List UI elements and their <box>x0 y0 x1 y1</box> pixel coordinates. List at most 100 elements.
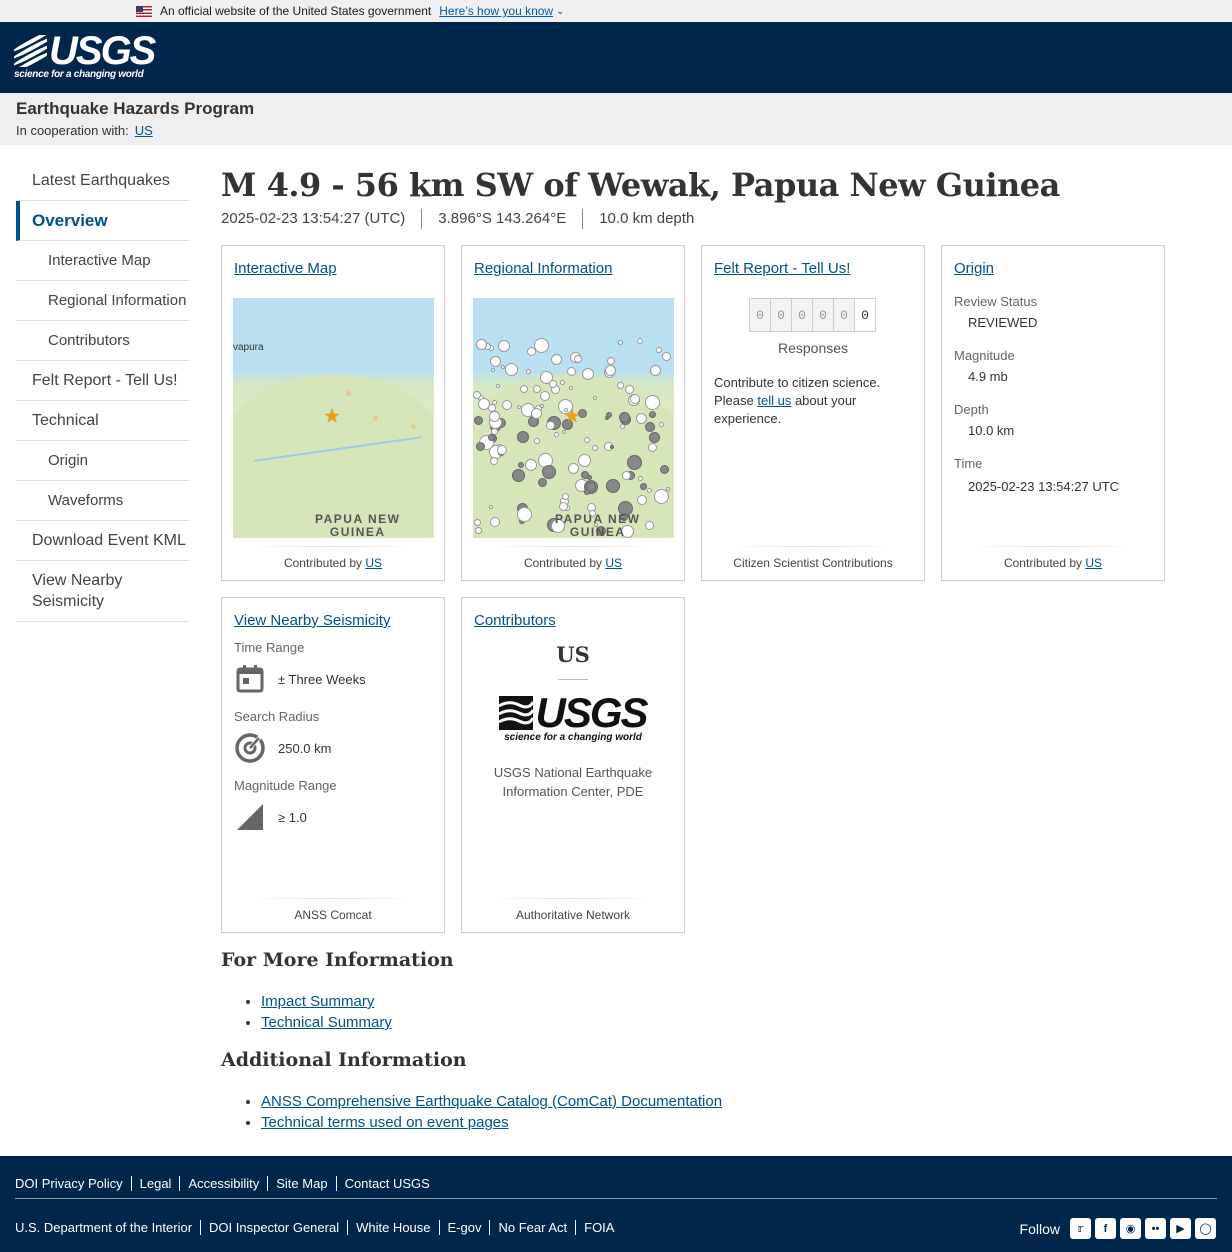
seismicity-dot <box>645 422 655 432</box>
seismicity-dot <box>660 465 669 474</box>
footer-link-egov[interactable]: E-gov <box>438 1220 490 1235</box>
contributed-by-us-link[interactable]: US <box>605 556 622 570</box>
footer-link-contact[interactable]: Contact USGS <box>335 1176 438 1191</box>
time-range-label: Time Range <box>234 640 305 655</box>
tell-us-link[interactable]: tell us <box>757 393 791 408</box>
seismicity-dot <box>492 400 497 405</box>
heres-how-you-know-link[interactable]: Here’s how you know <box>439 4 553 18</box>
flickr-icon[interactable]: •• <box>1145 1218 1166 1239</box>
sidebar-item-contributors[interactable]: Contributors <box>16 321 189 361</box>
sidebar-item-waveforms[interactable]: Waveforms <box>16 481 189 521</box>
sidebar-item-felt-report[interactable]: Felt Report - Tell Us! <box>16 361 189 401</box>
review-status-label: Review Status <box>954 294 1038 309</box>
coop-link-us[interactable]: US <box>135 123 153 138</box>
origin-link[interactable]: Origin <box>954 260 994 277</box>
regional-information-link[interactable]: Regional Information <box>474 260 612 277</box>
felt-report-link[interactable]: Felt Report - Tell Us! <box>714 260 850 277</box>
footer-link-white-house[interactable]: White House <box>347 1220 438 1235</box>
seismicity-dot <box>637 495 647 505</box>
seismicity-dot <box>546 421 555 430</box>
contributed-by-us-link[interactable]: US <box>1085 556 1102 570</box>
contributor-name: USGS National Earthquake Information Cen… <box>493 765 653 799</box>
seismicity-dot <box>627 455 642 470</box>
footer-link-foia[interactable]: FOIA <box>575 1220 622 1235</box>
us-flag-icon <box>136 5 152 17</box>
seismicity-dot <box>501 365 505 369</box>
sidebar-item-overview[interactable]: Overview <box>16 201 189 241</box>
seismicity-dot <box>542 465 556 479</box>
sidebar-item-interactive-map[interactable]: Interactive Map <box>16 241 189 281</box>
seismicity-dot <box>498 340 510 352</box>
footer-link-inspector-general[interactable]: DOI Inspector General <box>200 1220 347 1235</box>
nearby-seismicity-link[interactable]: View Nearby Seismicity <box>234 612 390 629</box>
footer-link-accessibility[interactable]: Accessibility <box>179 1176 267 1191</box>
seismicity-dot <box>520 385 528 393</box>
contributors-link[interactable]: Contributors <box>474 612 556 629</box>
seismicity-dot <box>617 382 624 389</box>
seismicity-dot <box>620 424 625 429</box>
card-footer: Authoritative Network <box>462 898 684 932</box>
counter-digit: 0 <box>749 298 771 332</box>
footer-link-no-fear-act[interactable]: No Fear Act <box>489 1220 575 1235</box>
seismicity-dot <box>584 437 590 443</box>
github-icon[interactable]: ◉ <box>1120 1218 1141 1239</box>
seismicity-dot <box>540 404 544 408</box>
seismicity-dot <box>637 338 643 344</box>
interactive-map-link[interactable]: Interactive Map <box>234 260 337 277</box>
instagram-icon[interactable]: ◯ <box>1195 1218 1216 1239</box>
facebook-icon[interactable]: f <box>1095 1218 1116 1239</box>
felt-description: Contribute to citizen science. Please te… <box>714 375 881 426</box>
regional-map-thumbnail[interactable]: ★ PAPUA NEW GUINEA <box>473 298 674 538</box>
sidebar-item-nearby-seismicity[interactable]: View Nearby Seismicity <box>16 561 189 622</box>
cooperation-line: In cooperation with: US <box>16 123 1232 138</box>
additional-info-list: ANSS Comprehensive Earthquake Catalog (C… <box>261 1091 1211 1133</box>
contributed-by-us-link[interactable]: US <box>365 556 382 570</box>
footer-link-site-map[interactable]: Site Map <box>267 1176 335 1191</box>
counter-digit: 0 <box>812 298 834 332</box>
footer-link-doi[interactable]: U.S. Department of the Interior <box>15 1220 200 1235</box>
counter-digit: 0 <box>854 298 876 332</box>
seismicity-dot <box>496 384 500 388</box>
seismicity-dot <box>488 434 495 441</box>
search-radius-label: Search Radius <box>234 709 320 724</box>
technical-summary-link[interactable]: Technical Summary <box>261 1014 392 1031</box>
magnitude-value: 4.9 mb <box>968 369 1008 384</box>
chevron-down-icon[interactable]: ⌄ <box>556 6 564 17</box>
sidebar-item-technical[interactable]: Technical <box>16 401 189 441</box>
seismicity-dot <box>659 422 664 427</box>
comcat-documentation-link[interactable]: ANSS Comprehensive Earthquake Catalog (C… <box>261 1093 722 1110</box>
seismicity-dot <box>502 400 512 410</box>
calendar-icon <box>230 659 270 699</box>
twitter-icon[interactable]: 𝕣 <box>1070 1218 1091 1239</box>
card-regional-information: Regional Information ★ PAPUA NEW GUINEA … <box>461 245 685 581</box>
event-depth: 10.0 km depth <box>582 209 710 229</box>
seismicity-dot <box>491 368 495 372</box>
seismicity-dot <box>581 471 589 479</box>
sidebar-item-regional-information[interactable]: Regional Information <box>16 281 189 321</box>
impact-summary-link[interactable]: Impact Summary <box>261 993 374 1010</box>
card-interactive-map: Interactive Map vapura ★ PAPUA NEW GUINE… <box>221 245 445 581</box>
seismicity-dot <box>586 482 596 492</box>
youtube-icon[interactable]: ▶ <box>1170 1218 1191 1239</box>
sidebar-item-latest-earthquakes[interactable]: Latest Earthquakes <box>16 161 189 201</box>
time-range-value: ± Three Weeks <box>278 671 366 687</box>
footer-link-legal[interactable]: Legal <box>130 1176 180 1191</box>
footer-links-secondary: U.S. Department of the Interior DOI Insp… <box>15 1220 622 1235</box>
seismicity-dot <box>505 363 518 376</box>
seismicity-dot <box>649 432 660 443</box>
seismicity-dot <box>645 521 654 530</box>
interactive-map-thumbnail[interactable]: vapura ★ PAPUA NEW GUINEA <box>233 298 434 538</box>
time-value: 2025-02-23 13:54:27 UTC <box>968 479 1120 494</box>
sidebar-item-download-kml[interactable]: Download Event KML <box>16 521 189 561</box>
seismicity-dot <box>618 340 623 345</box>
map-country-label-2: GUINEA <box>569 525 626 539</box>
map-place-label: vapura <box>233 342 264 353</box>
seismicity-dot <box>517 431 529 443</box>
sidebar-item-origin[interactable]: Origin <box>16 441 189 481</box>
footer-link-privacy[interactable]: DOI Privacy Policy <box>15 1176 131 1191</box>
epicenter-star-icon: ★ <box>564 406 581 426</box>
technical-terms-link[interactable]: Technical terms used on event pages <box>261 1114 509 1131</box>
usgs-logo[interactable]: USGS science for a changing world <box>14 31 156 80</box>
seismicity-dot <box>666 487 670 491</box>
time-label: Time <box>954 456 983 471</box>
